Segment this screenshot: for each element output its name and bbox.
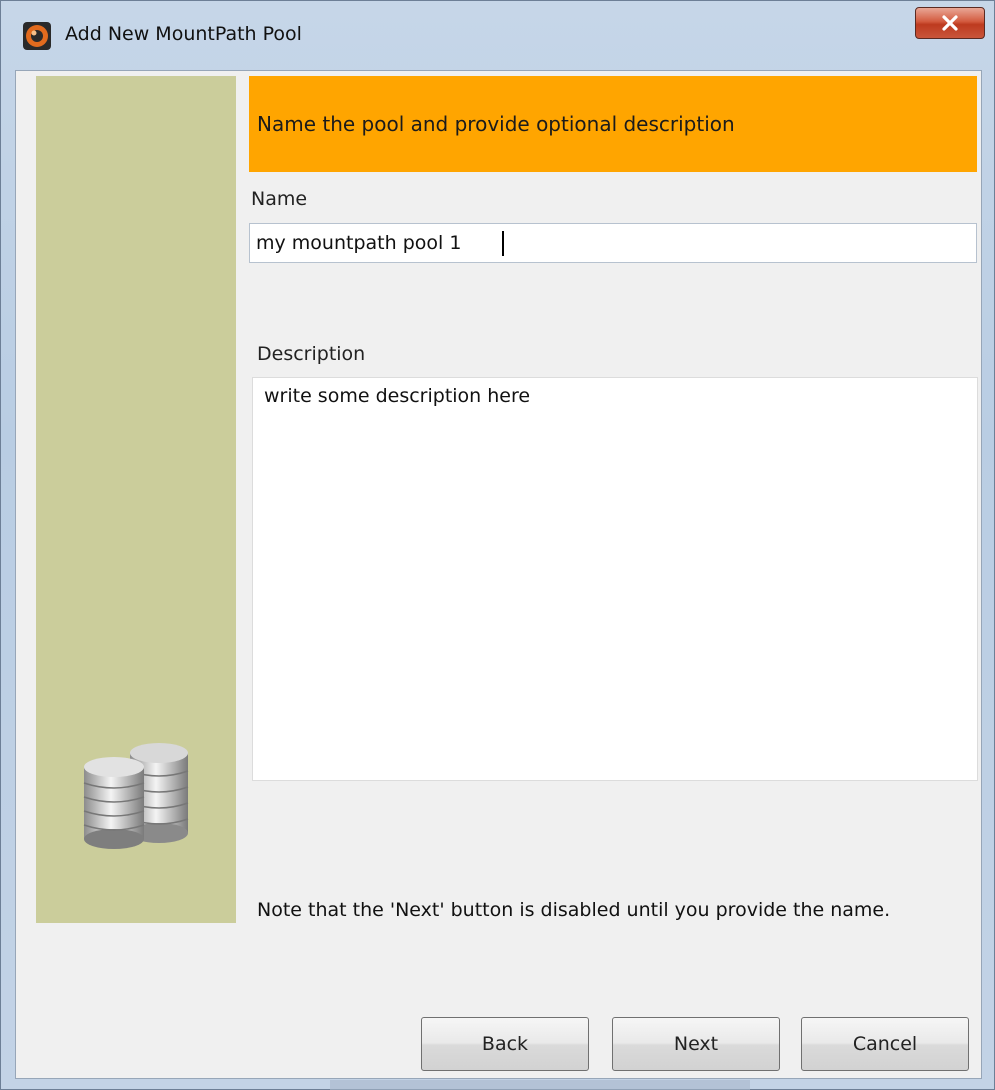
close-icon <box>942 15 958 31</box>
next-disabled-note: Note that the 'Next' button is disabled … <box>257 899 891 921</box>
dialog-client-area: Name the pool and provide optional descr… <box>15 70 982 1079</box>
window-title: Add New MountPath Pool <box>65 23 302 45</box>
dialog-window: Add New MountPath Pool Name the pool and… <box>0 0 995 1090</box>
cancel-button[interactable]: Cancel <box>801 1017 969 1071</box>
description-label: Description <box>257 343 366 365</box>
app-icon <box>23 22 51 50</box>
instruction-banner: Name the pool and provide optional descr… <box>249 76 977 172</box>
coins-stack-icon <box>83 743 189 849</box>
name-label: Name <box>251 188 308 210</box>
next-button[interactable]: Next <box>612 1017 780 1071</box>
text-caret <box>502 231 504 256</box>
taskbar-strip <box>330 1080 750 1090</box>
wizard-side-panel <box>36 76 236 923</box>
close-button[interactable] <box>915 7 985 39</box>
name-input[interactable] <box>249 223 977 263</box>
title-bar[interactable]: Add New MountPath Pool <box>1 1 994 69</box>
back-button[interactable]: Back <box>421 1017 589 1071</box>
instruction-text: Name the pool and provide optional descr… <box>257 112 735 136</box>
description-textarea[interactable]: write some description here <box>252 377 978 781</box>
